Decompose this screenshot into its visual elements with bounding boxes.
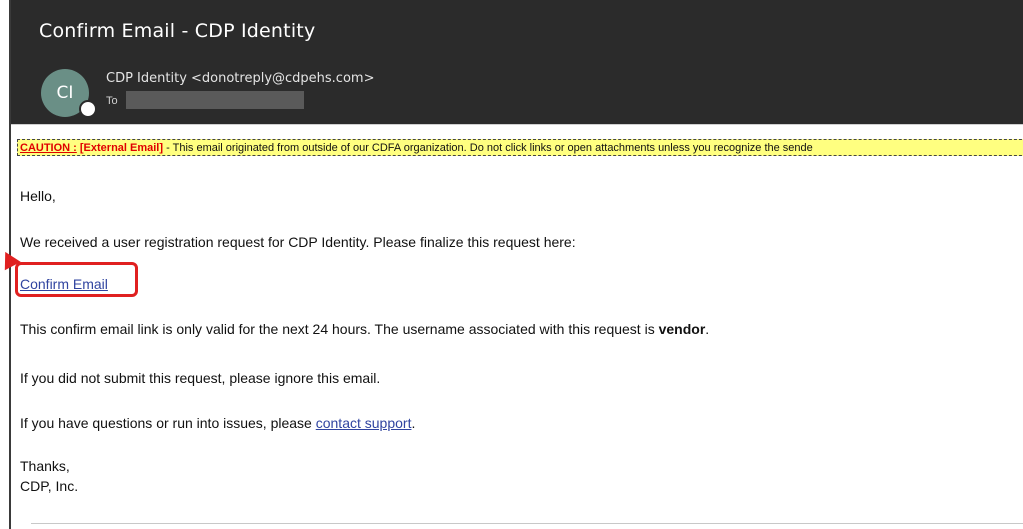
support-suffix: .	[411, 415, 416, 431]
presence-status-icon	[79, 100, 97, 118]
sender-name[interactable]: CDP Identity <donotreply@cdpehs.com>	[106, 71, 374, 86]
recipient-label: To	[106, 95, 118, 107]
support-prefix: If you have questions or run into issues…	[20, 415, 316, 431]
contact-support-link[interactable]: contact support	[316, 415, 412, 431]
email-body: CAUTION : [External Email] - This email …	[0, 124, 1023, 529]
validity-text: This confirm email link is only valid fo…	[20, 321, 709, 337]
email-header: Confirm Email - CDP Identity CI CDP Iden…	[11, 0, 1023, 124]
divider	[31, 523, 1023, 524]
validity-prefix: This confirm email link is only valid fo…	[20, 321, 659, 337]
external-email-warning-banner: CAUTION : [External Email] - This email …	[17, 139, 1023, 156]
support-text: If you have questions or run into issues…	[20, 415, 415, 431]
ignore-text: If you did not submit this request, plea…	[20, 370, 381, 386]
highlight-annotation-box	[15, 262, 138, 297]
intro-text: We received a user registration request …	[20, 234, 576, 250]
greeting: Hello,	[20, 188, 56, 204]
closing-text: Thanks,	[20, 458, 70, 474]
redacted-recipient	[126, 91, 304, 109]
caution-label: CAUTION :	[20, 142, 77, 154]
username-value: vendor	[658, 321, 706, 337]
caution-text: - This email originated from outside of …	[163, 142, 813, 154]
validity-suffix: .	[705, 321, 710, 337]
email-reading-pane: Confirm Email - CDP Identity CI CDP Iden…	[0, 0, 1023, 529]
external-email-tag: [External Email]	[79, 142, 164, 154]
email-subject: Confirm Email - CDP Identity	[39, 20, 316, 42]
signature-text: CDP, Inc.	[20, 478, 79, 494]
